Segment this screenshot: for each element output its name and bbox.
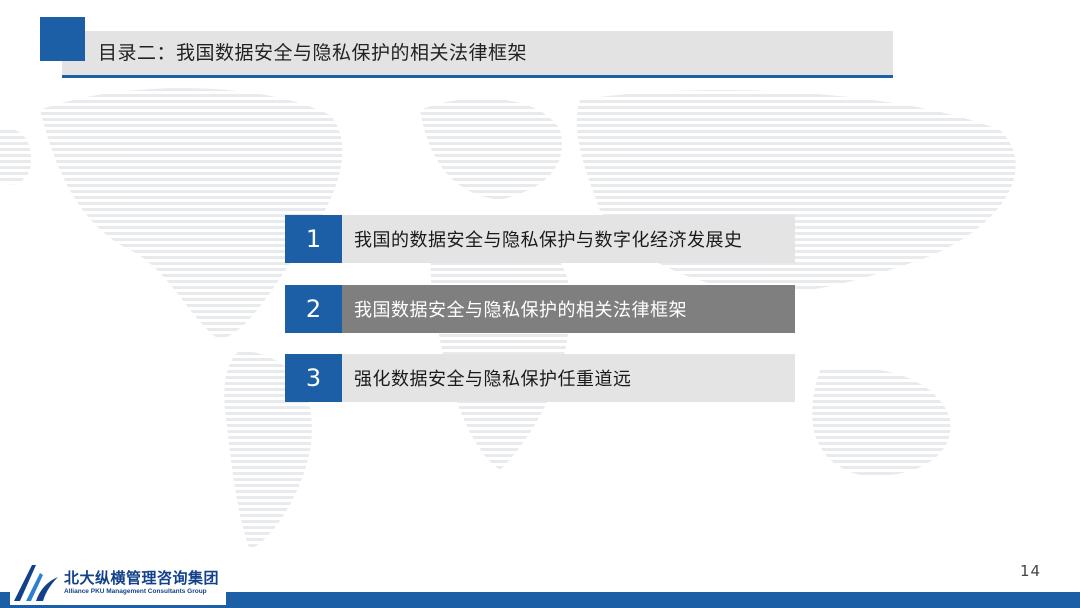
agenda-number: 1 [285,215,342,263]
company-logo: 北大纵横管理咨询集团 Alliance PKU Management Consu… [10,561,226,605]
page-number: 14 [1020,562,1042,580]
company-name-en: Alliance PKU Management Consultants Grou… [64,588,207,595]
agenda-label: 我国数据安全与隐私保护的相关法律框架 [342,285,795,333]
agenda-label: 强化数据安全与隐私保护任重道远 [342,354,795,402]
agenda-item-3[interactable]: 3 强化数据安全与隐私保护任重道远 [285,354,795,402]
agenda-number: 2 [285,285,342,333]
slide-title: 目录二：我国数据安全与隐私保护的相关法律框架 [98,42,528,64]
header-underline [62,75,893,78]
agenda-number: 3 [285,354,342,402]
agenda-item-1[interactable]: 1 我国的数据安全与隐私保护与数字化经济发展史 [285,215,795,263]
company-logo-icon [14,565,58,601]
company-name-cn: 北大纵横管理咨询集团 [64,569,220,587]
agenda-item-2[interactable]: 2 我国数据安全与隐私保护的相关法律框架 [285,285,795,333]
header-accent-square [40,17,85,61]
agenda-label: 我国的数据安全与隐私保护与数字化经济发展史 [342,215,795,263]
